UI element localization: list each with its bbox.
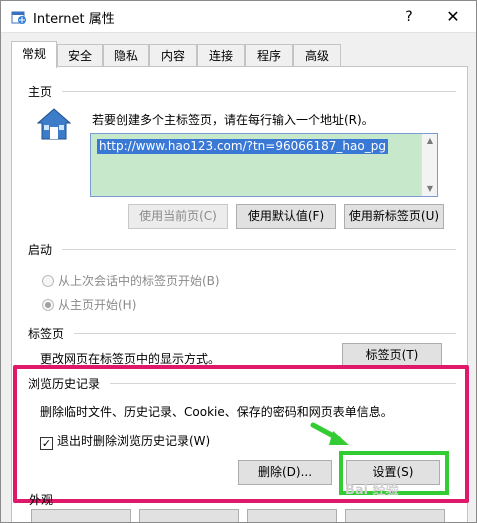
home-icon — [36, 108, 72, 140]
scroll-down-icon[interactable]: ▼ — [422, 182, 438, 196]
tab-programs[interactable]: 程序 — [245, 44, 293, 67]
languages-button[interactable] — [139, 509, 239, 522]
home-section-title: 主页 — [28, 85, 53, 99]
internet-options-icon — [11, 11, 26, 24]
window-title: Internet 属性 — [33, 12, 115, 27]
use-new-tab-button[interactable]: 使用新标签页(U) — [344, 204, 444, 229]
checkbox-check-icon: ✓ — [40, 437, 53, 450]
watermark-text: Bai 经验 — [345, 483, 399, 498]
close-button[interactable]: ✕ — [437, 5, 469, 29]
pointer-arrow-icon — [310, 422, 349, 445]
startup-section-title: 启动 — [28, 243, 53, 257]
title-bar: Internet 属性 ? ✕ — [1, 1, 476, 33]
tabs-settings-button[interactable]: 标签页(T) — [342, 343, 442, 368]
radio-last-session-circle — [42, 275, 54, 287]
startup-divider — [62, 249, 456, 250]
radio-home-page-circle — [42, 299, 54, 311]
fonts-button[interactable] — [247, 509, 337, 522]
tab-privacy[interactable]: 隐私 — [103, 44, 149, 67]
home-divider — [62, 91, 456, 92]
colors-button[interactable] — [31, 509, 131, 522]
tabs-section-title: 标签页 — [28, 327, 65, 341]
delete-on-exit-label: 退出时删除浏览历史记录(W) — [57, 434, 211, 448]
url-scrollbar[interactable]: ▲ ▼ — [421, 134, 437, 196]
history-description: 删除临时文件、历史记录、Cookie、保存的密码和网页表单信息。 — [40, 405, 393, 419]
tab-security[interactable]: 安全 — [57, 44, 103, 67]
radio-last-session[interactable]: 从上次会话中的标签页开始(B) — [42, 272, 220, 289]
radio-last-session-label: 从上次会话中的标签页开始(B) — [58, 274, 220, 288]
help-button[interactable]: ? — [397, 5, 421, 29]
use-current-page-button[interactable]: 使用当前页(C) — [128, 204, 228, 229]
home-url-textarea[interactable]: http://www.hao123.com/?tn=96066187_hao_p… — [90, 133, 438, 197]
tab-content[interactable]: 内容 — [149, 44, 197, 67]
radio-home-page-label: 从主页开始(H) — [58, 298, 137, 312]
tab-general[interactable]: 常规 — [11, 41, 57, 68]
history-divider — [110, 383, 456, 384]
home-url-text: http://www.hao123.com/?tn=96066187_hao_p… — [97, 139, 388, 154]
accessibility-button[interactable] — [345, 509, 445, 522]
appearance-section-title: 外观 — [29, 493, 54, 507]
tab-connections[interactable]: 连接 — [197, 44, 245, 67]
delete-on-exit-checkbox[interactable]: ✓ 退出时删除浏览历史记录(W) — [40, 432, 210, 450]
scroll-up-icon[interactable]: ▲ — [422, 134, 438, 148]
tabs-description: 更改网页在标签页中的显示方式。 — [40, 352, 221, 366]
tab-advanced[interactable]: 高级 — [293, 44, 341, 67]
radio-home-page[interactable]: 从主页开始(H) — [42, 296, 136, 313]
use-default-button[interactable]: 使用默认值(F) — [236, 204, 336, 229]
history-section-title: 浏览历史记录 — [28, 377, 101, 391]
delete-history-button[interactable]: 删除(D)... — [238, 460, 332, 485]
tabs-divider — [74, 333, 456, 334]
general-tab-panel: 主页 若要创建多个主标签页，请在每行输入一个地址(R)。 http://www.… — [11, 66, 468, 522]
home-description: 若要创建多个主标签页，请在每行输入一个地址(R)。 — [92, 113, 374, 127]
internet-options-window: Internet 属性 ? ✕ 常规 安全 隐私 内容 连接 程序 高级 主页 … — [0, 0, 477, 523]
